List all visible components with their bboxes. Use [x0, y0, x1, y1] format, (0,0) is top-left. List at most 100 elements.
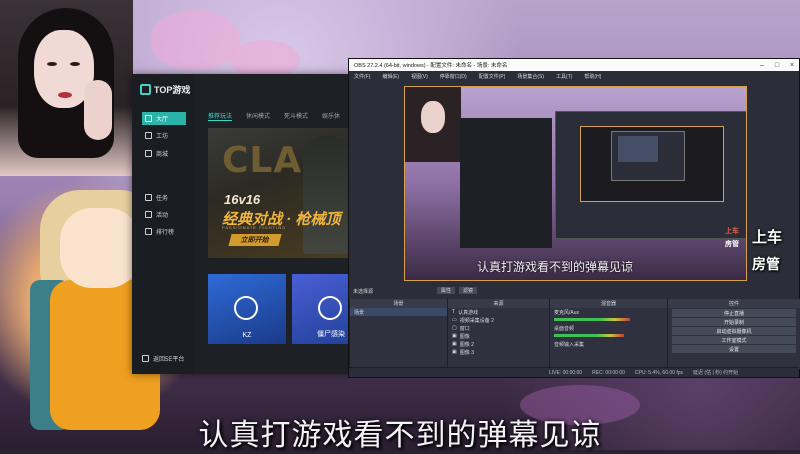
- obs-title-bar: OBS 27.2.4 (64-bit, windows) - 配置文件: 未命名…: [349, 59, 799, 71]
- preview-badge-bottom: 房管: [725, 241, 739, 248]
- home-icon: [145, 115, 152, 122]
- obs-docks: 场景 场景 来源 T 认真游戏 ▭ 视频采集设备 2 ▢ 窗口 ▣ 图像 ▣ 图像 2 ▣…: [349, 299, 800, 369]
- scene-item[interactable]: 场景: [350, 308, 447, 316]
- tab-casual[interactable]: 休闲模式: [246, 111, 270, 121]
- sidebar-item-tasks[interactable]: 任务: [142, 191, 186, 204]
- launcher-logo: TOP游戏: [140, 83, 190, 96]
- preview-subtitle: 认真打游戏看不到的弹幕见谅: [477, 260, 634, 274]
- obs-menu-bar: 文件(F) 编辑(E) 视图(V) 停靠窗口(D) 配置文件(P) 场景集合(S…: [349, 71, 799, 81]
- virtual-camera-button[interactable]: 启动虚拟摄像机: [672, 327, 796, 335]
- banner-tagline: PASSIONATE FIGHTING: [222, 225, 287, 230]
- sidebar-item-label: 排行榜: [156, 230, 175, 236]
- top-game-launcher-window: TOP游戏 大厅 工坊 商城 任务 活动 排行榜 返回5E平台 推荐玩法 休闲模…: [132, 74, 370, 374]
- banner-soldier-image: [303, 136, 349, 254]
- obs-window: OBS 27.2.4 (64-bit, windows) - 配置文件: 未命名…: [348, 58, 800, 378]
- source-toolbar: 属性 滤镜: [437, 287, 478, 294]
- sidebar-item-label: 工坊: [156, 134, 169, 140]
- window-title: OBS 27.2.4 (64-bit, windows) - 配置文件: 未命名…: [354, 63, 508, 69]
- back-to-5e-button[interactable]: 返回5E平台: [142, 354, 184, 363]
- image-source-icon: ▣: [452, 341, 457, 347]
- mixer-channel-label: 麦克风/Aux: [554, 309, 580, 316]
- cpu-fps: CPU: 5.4%, 60.00 fps: [634, 369, 683, 376]
- minimize-icon[interactable]: –: [755, 59, 769, 71]
- mixer-channel-label: 音频输入采集: [554, 341, 585, 348]
- kz-logo-icon: [234, 296, 258, 320]
- mixer-dock: 混音器 麦克风/Aux 桌面音频 音频输入采集: [549, 299, 667, 369]
- task-icon: [145, 194, 152, 201]
- scenes-dock: 场景 场景: [349, 299, 447, 369]
- preview-badge-top: 上车: [725, 228, 739, 235]
- sidebar-item-store[interactable]: 商城: [142, 147, 186, 160]
- rec-timer: REC: 00:00:00: [592, 369, 625, 376]
- source-item[interactable]: ▣ 图像: [448, 332, 549, 340]
- filters-button[interactable]: 滤镜: [459, 287, 478, 294]
- stop-streaming-button[interactable]: 停止直播: [672, 309, 796, 317]
- mixer-channel-label: 桌面音频: [554, 325, 575, 332]
- source-label: 视频采集设备 2: [459, 317, 494, 324]
- obs-preview-canvas[interactable]: 上车 房管 认真打游戏看不到的弹幕见谅: [404, 86, 747, 281]
- start-recording-button[interactable]: 开始录制: [672, 318, 796, 326]
- source-label: 认真游戏: [458, 309, 479, 316]
- stream-subtitle: 认真打游戏看不到的弹幕见谅: [198, 418, 602, 453]
- camera-source-icon: ▭: [452, 317, 457, 323]
- game-card-kz[interactable]: KZ: [208, 274, 286, 344]
- game-card-label: KZ: [242, 332, 252, 339]
- controls-dock-title: 控件: [668, 299, 800, 308]
- menu-view[interactable]: 视图(V): [411, 73, 428, 80]
- menu-edit[interactable]: 编辑(E): [382, 73, 399, 80]
- source-item[interactable]: ▭ 视频采集设备 2: [448, 316, 549, 324]
- close-icon[interactable]: ×: [785, 59, 799, 71]
- start-now-button[interactable]: 立即开始: [228, 234, 282, 246]
- workshop-icon: [145, 132, 152, 139]
- sidebar-item-label: 活动: [156, 213, 169, 219]
- source-item[interactable]: T 认真游戏: [448, 308, 549, 316]
- source-label: 图像: [459, 333, 470, 340]
- tab-fun[interactable]: 娱乐休: [322, 111, 340, 121]
- ranking-icon: [145, 228, 152, 235]
- tab-recommended[interactable]: 推荐玩法: [208, 111, 233, 121]
- back-icon: [142, 355, 149, 362]
- sources-dock: 来源 T 认真游戏 ▭ 视频采集设备 2 ▢ 窗口 ▣ 图像 ▣ 图像 2 ▣ 图像 3: [447, 299, 549, 369]
- menu-scene-collection[interactable]: 场景集合(S): [517, 73, 544, 80]
- source-label: 图像 2: [459, 341, 474, 348]
- sidebar-item-label: 大厅: [156, 117, 169, 123]
- latency-info: 延迟 (估 | 秒) 约开始: [693, 370, 739, 376]
- overlay-badge-top: 上车: [752, 229, 783, 246]
- image-source-icon: ▣: [452, 333, 457, 339]
- controls-dock: 控件 停止直播 开始录制 启动虚拟摄像机 工作室模式 设置: [667, 299, 800, 369]
- source-item[interactable]: ▢ 窗口: [448, 324, 549, 332]
- studio-mode-button[interactable]: 工作室模式: [672, 336, 796, 344]
- store-icon: [145, 150, 152, 157]
- source-label: 图像 3: [459, 349, 474, 356]
- classic-mode-banner[interactable]: CLAS 16v16 经典对战 · 枪械顶 PASSIONATE FIGHTIN…: [208, 128, 353, 258]
- menu-profile[interactable]: 配置文件(P): [479, 73, 506, 80]
- maximize-icon[interactable]: □: [770, 59, 784, 71]
- mixer-meter[interactable]: [550, 316, 667, 324]
- menu-help[interactable]: 帮助(H): [584, 73, 601, 80]
- sidebar-item-label: 任务: [156, 196, 169, 202]
- webcam-feed: [0, 0, 133, 176]
- sidebar-item-workshop[interactable]: 工坊: [142, 129, 186, 142]
- tab-deathmatch[interactable]: 死斗模式: [284, 111, 308, 121]
- settings-button[interactable]: 设置: [672, 345, 796, 353]
- logo-text: TOP游戏: [154, 85, 191, 95]
- sources-dock-title: 来源: [448, 299, 549, 308]
- source-item[interactable]: ▣ 图像 3: [448, 348, 549, 356]
- sidebar-item-ranking[interactable]: 排行榜: [142, 225, 186, 238]
- event-icon: [145, 211, 152, 218]
- source-item[interactable]: ▣ 图像 2: [448, 340, 549, 348]
- menu-tools[interactable]: 工具(T): [556, 73, 572, 80]
- menu-docks[interactable]: 停靠窗口(D): [440, 73, 467, 80]
- logo-icon: [140, 84, 151, 95]
- sidebar-item-events[interactable]: 活动: [142, 208, 186, 221]
- mixer-meter[interactable]: [550, 332, 667, 340]
- no-source-selected-label: 未选择源: [353, 289, 374, 295]
- obs-status-bar: LIVE: 00:00:00 REC: 00:00:00 CPU: 5.4%, …: [349, 367, 799, 377]
- launcher-sidebar: TOP游戏 大厅 工坊 商城 任务 活动 排行榜 返回5E平台: [132, 74, 194, 374]
- overlay-badge-bottom: 房管: [752, 256, 780, 272]
- image-source-icon: ▣: [452, 349, 457, 355]
- properties-button[interactable]: 属性: [437, 287, 456, 294]
- scenes-dock-title: 场景: [350, 299, 447, 308]
- menu-file[interactable]: 文件(F): [354, 73, 370, 80]
- sidebar-item-lobby[interactable]: 大厅: [142, 112, 186, 125]
